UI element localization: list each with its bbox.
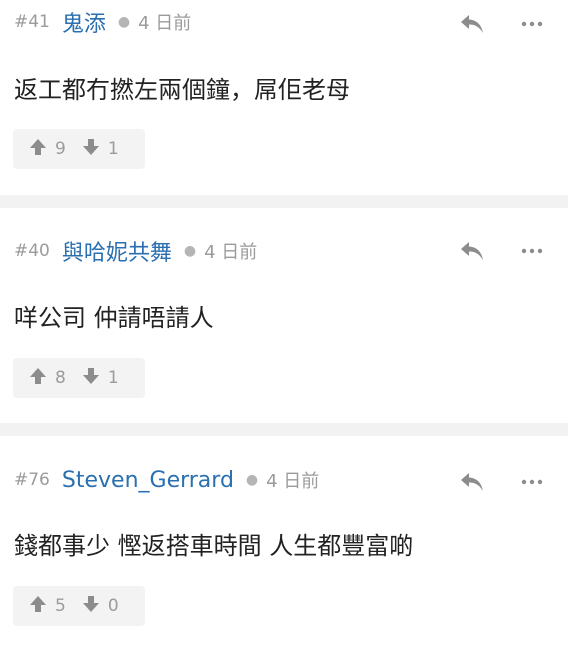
upvote-button[interactable]: 9 — [29, 138, 66, 160]
timestamp: 4 日前 — [204, 242, 258, 263]
username[interactable]: 與哈妮共舞 — [62, 235, 172, 267]
downvote-count: 1 — [107, 139, 119, 159]
upvote-button[interactable]: 8 — [29, 367, 66, 389]
comment-actions — [458, 237, 546, 265]
vote-bar: 9 1 — [13, 129, 145, 169]
reply-icon[interactable] — [458, 468, 486, 496]
comment: #41 鬼添 ● 4 日前 返工都冇撚左兩個鐘，屌佢老母 9 1 — [0, 0, 568, 195]
comment-body: 返工都冇撚左兩個鐘，屌佢老母 — [14, 76, 350, 104]
comment-divider — [0, 423, 568, 436]
comment-actions — [458, 468, 546, 496]
separator-dot: ● — [117, 14, 131, 30]
timestamp: 4 日前 — [138, 13, 192, 34]
vote-bar: 5 0 — [13, 586, 145, 626]
username[interactable]: Steven_Gerrard — [62, 468, 234, 493]
comment-actions — [458, 10, 546, 38]
arrow-up-icon — [29, 138, 47, 160]
arrow-down-icon — [82, 595, 100, 617]
reply-icon[interactable] — [458, 237, 486, 265]
comment-number[interactable]: #41 — [14, 12, 50, 32]
upvote-count: 8 — [55, 368, 66, 388]
arrow-up-icon — [29, 595, 47, 617]
comment-body: 咩公司 仲請唔請人 — [14, 304, 214, 332]
comment-number[interactable]: #40 — [14, 241, 50, 261]
more-icon[interactable] — [518, 237, 546, 265]
arrow-up-icon — [29, 367, 47, 389]
vote-bar: 8 1 — [13, 358, 145, 398]
comment-number[interactable]: #76 — [14, 470, 50, 490]
downvote-count: 0 — [107, 596, 119, 616]
downvote-count: 1 — [107, 368, 119, 388]
upvote-button[interactable]: 5 — [29, 595, 66, 617]
upvote-count: 5 — [55, 596, 66, 616]
more-icon[interactable] — [518, 10, 546, 38]
arrow-down-icon — [82, 138, 100, 160]
username[interactable]: 鬼添 — [62, 6, 106, 38]
timestamp: 4 日前 — [266, 471, 320, 492]
downvote-button[interactable]: 0 — [82, 595, 119, 617]
upvote-count: 9 — [55, 139, 66, 159]
separator-dot: ● — [245, 472, 259, 488]
comment: #40 與哈妮共舞 ● 4 日前 咩公司 仲請唔請人 8 1 — [0, 208, 568, 423]
downvote-button[interactable]: 1 — [82, 367, 119, 389]
reply-icon[interactable] — [458, 10, 486, 38]
comment: #76 Steven_Gerrard ● 4 日前 錢都事少 慳返搭車時間 人生… — [0, 436, 568, 648]
arrow-down-icon — [82, 367, 100, 389]
separator-dot: ● — [183, 243, 197, 259]
downvote-button[interactable]: 1 — [82, 138, 119, 160]
comment-body: 錢都事少 慳返搭車時間 人生都豐富啲 — [14, 532, 414, 560]
more-icon[interactable] — [518, 468, 546, 496]
comment-divider — [0, 195, 568, 208]
